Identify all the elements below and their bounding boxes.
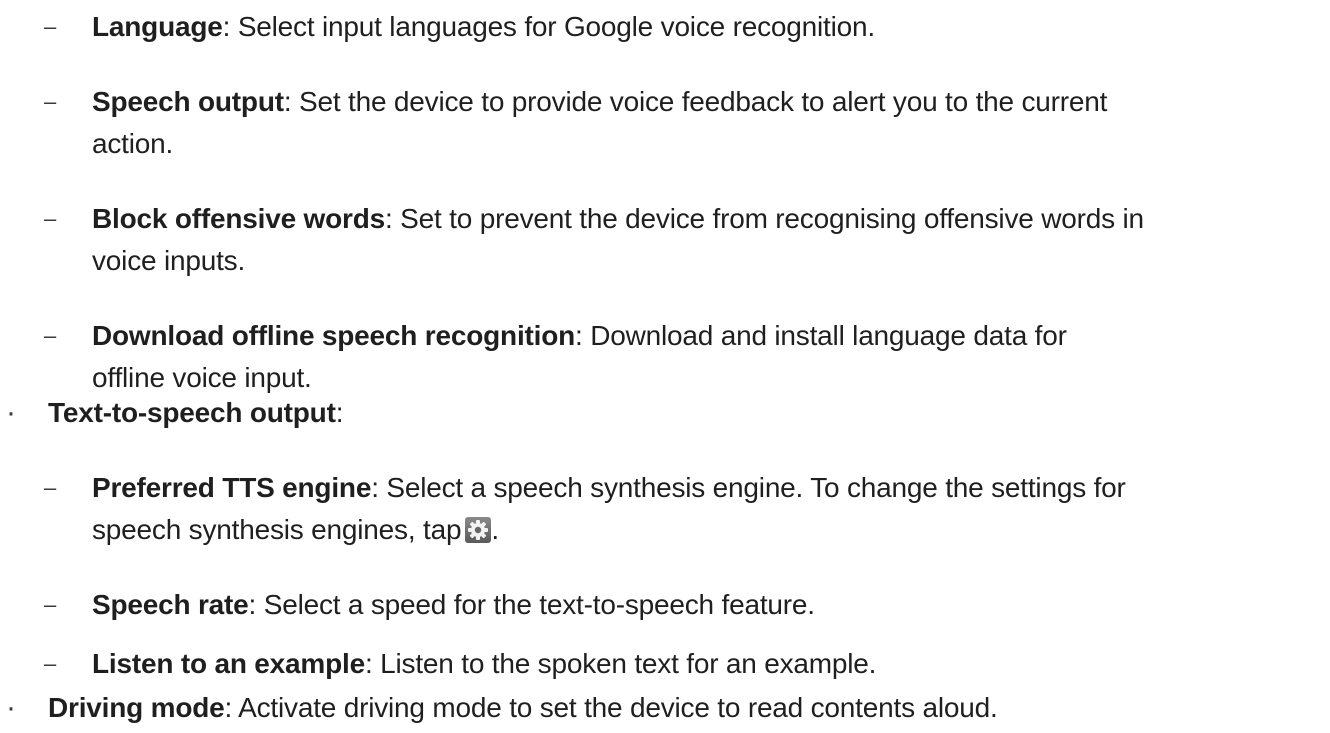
item-term: Preferred TTS engine xyxy=(92,472,372,503)
item-term: Listen to an example xyxy=(92,648,365,679)
manual-page: – Language: Select input languages for G… xyxy=(0,0,1330,733)
item-separator: : xyxy=(385,203,401,234)
item-term: Text-to-speech output xyxy=(48,397,336,428)
item-term: Speech rate xyxy=(92,589,249,620)
list-item-speech-output: Speech output: Set the device to provide… xyxy=(92,83,1107,121)
bullet-marker: · xyxy=(6,396,16,429)
list-item-language: Language: Select input languages for Goo… xyxy=(92,8,875,46)
item-description: Activate driving mode to set the device … xyxy=(238,692,998,723)
item-description: Set to prevent the device from recognisi… xyxy=(400,203,1144,234)
list-item-download-offline-speech: Download offline speech recognition: Dow… xyxy=(92,317,1067,355)
dash-marker: – xyxy=(44,89,57,114)
list-item-driving-mode: Driving mode: Activate driving mode to s… xyxy=(48,689,998,727)
dash-marker: – xyxy=(44,206,57,231)
item-separator: : xyxy=(283,86,300,117)
item-description: Download and install language data for xyxy=(590,320,1067,351)
item-description: Set the device to provide voice feedback… xyxy=(299,86,1108,117)
dash-marker: – xyxy=(44,475,57,500)
item-description: Select a speech synthesis engine. To cha… xyxy=(386,472,1126,503)
item-separator: : xyxy=(575,320,591,351)
item-description-text: speech synthesis engines, tap xyxy=(92,514,462,545)
item-separator: : xyxy=(335,397,344,428)
item-description: Select a speed for the text-to-speech fe… xyxy=(263,589,815,620)
item-separator: : xyxy=(248,589,264,620)
item-description-continued: action. xyxy=(92,128,174,159)
item-description: Listen to the spoken text for an example… xyxy=(380,648,877,679)
item-term: Download offline speech recognition xyxy=(92,320,576,351)
dash-marker: – xyxy=(44,592,57,617)
item-description-continued: offline voice input. xyxy=(92,362,312,393)
dash-marker: – xyxy=(44,14,57,39)
item-separator: : xyxy=(222,11,238,42)
item-description-period: . xyxy=(491,514,499,545)
list-item-preferred-tts-engine: Preferred TTS engine: Select a speech sy… xyxy=(92,469,1126,507)
item-separator: : xyxy=(364,648,381,679)
item-description-continued: speech synthesis engines, tap . xyxy=(92,511,499,549)
list-item-block-offensive-words: Block offensive words: Set to prevent th… xyxy=(92,200,1144,238)
dash-marker: – xyxy=(44,323,57,348)
item-term: Driving mode xyxy=(48,692,225,723)
settings-gear-icon xyxy=(465,517,492,543)
dash-marker: – xyxy=(44,651,57,676)
bullet-marker: · xyxy=(6,691,16,724)
list-item-speech-rate: Speech rate: Select a speed for the text… xyxy=(92,586,815,624)
list-item-listen-to-example: Listen to an example: Listen to the spok… xyxy=(92,645,876,683)
item-separator: : xyxy=(224,692,239,723)
item-description: Select input languages for Google voice … xyxy=(237,11,875,42)
item-term: Speech output xyxy=(92,86,284,117)
item-term: Block offensive words xyxy=(92,203,385,234)
item-separator: : xyxy=(371,472,387,503)
item-description-continued: voice inputs. xyxy=(92,245,246,276)
item-term: Language xyxy=(92,11,223,42)
list-item-text-to-speech-output: Text-to-speech output: xyxy=(48,394,344,432)
